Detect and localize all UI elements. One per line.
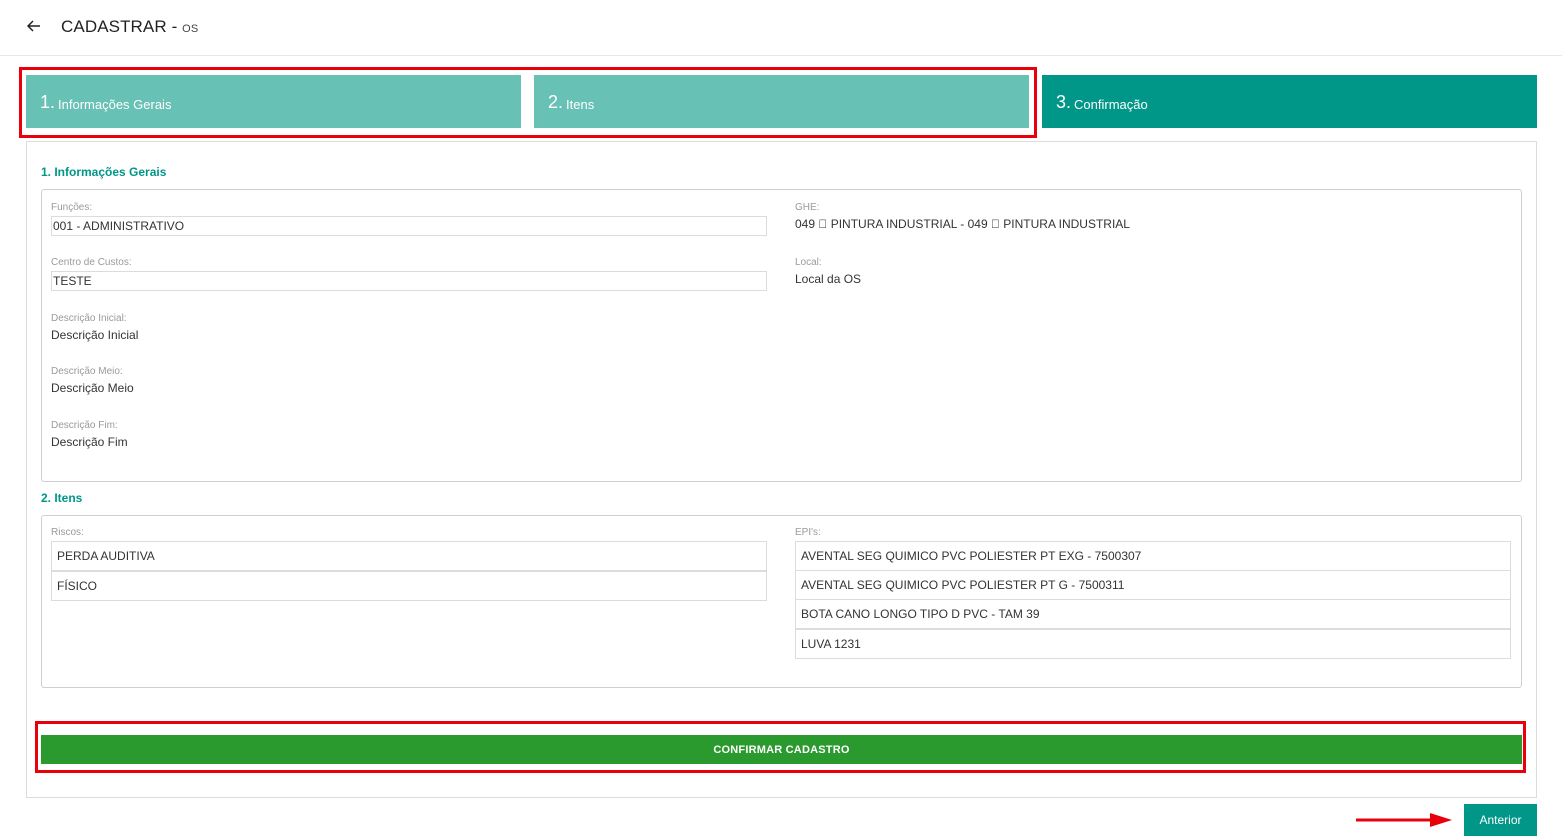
step-confirmacao[interactable]: 3. Confirmação [1042,75,1537,128]
riscos-label: Riscos: [51,527,84,538]
step-label: Informações Gerais [58,96,172,112]
descricao-inicial-value: Descrição Inicial [51,328,139,342]
back-arrow-icon[interactable] [22,14,46,38]
local-value: Local da OS [795,272,862,286]
step-informacoes-gerais[interactable]: 1. Informações Gerais [26,75,521,128]
page-title-text: CADASTRAR [61,17,167,36]
step-number: 3. [1056,92,1072,112]
epi-list-item: AVENTAL SEG QUIMICO PVC POLIESTER PT G -… [795,570,1511,600]
anterior-button[interactable]: Anterior [1464,804,1537,836]
pointer-arrow-icon [1356,813,1452,827]
risco-list-item: FÍSICO [51,571,767,601]
step-number: 2. [548,92,564,112]
descricao-meio-value: Descrição Meio [51,381,134,395]
local-label: Local: [795,257,822,268]
page-title-separator: - [166,17,183,36]
step-label: Confirmação [1074,96,1148,112]
step-label: Itens [566,96,595,112]
epis-label: EPI's: [795,527,821,538]
step-number: 1. [40,92,56,112]
descricao-inicial-label: Descrição Inicial: [51,313,127,324]
epi-list-item: BOTA CANO LONGO TIPO D PVC - TAM 39 [795,599,1511,629]
descricao-fim-value: Descrição Fim [51,435,128,449]
section-title-itens: 2. Itens [41,491,83,505]
ghe-label: GHE: [795,202,820,213]
step-itens[interactable]: 2. Itens [534,75,1029,128]
page-header: CADASTRAR - OS [0,0,1562,56]
epi-list-item: LUVA 1231 [795,629,1511,659]
funcoes-label: Funções: [51,202,93,213]
page-title: CADASTRAR - OS [61,17,198,37]
section-title-informacoes-gerais: 1. Informações Gerais [41,165,167,179]
descricao-meio-label: Descrição Meio: [51,366,123,377]
page-subtitle: OS [182,23,199,35]
confirmar-cadastro-button[interactable]: CONFIRMAR CADASTRO [41,735,1522,764]
risco-list-item: PERDA AUDITIVA [51,541,767,571]
centro-custos-label: Centro de Custos: [51,257,132,268]
funcoes-field: 001 - ADMINISTRATIVO [51,216,767,236]
centro-custos-field: TESTE [51,271,767,291]
epi-list-item: AVENTAL SEG QUIMICO PVC POLIESTER PT EXG… [795,541,1511,571]
ghe-value: 049   PINTURA INDUSTRIAL - 049   PINTURA… [795,217,1130,231]
descricao-fim-label: Descrição Fim: [51,420,118,431]
